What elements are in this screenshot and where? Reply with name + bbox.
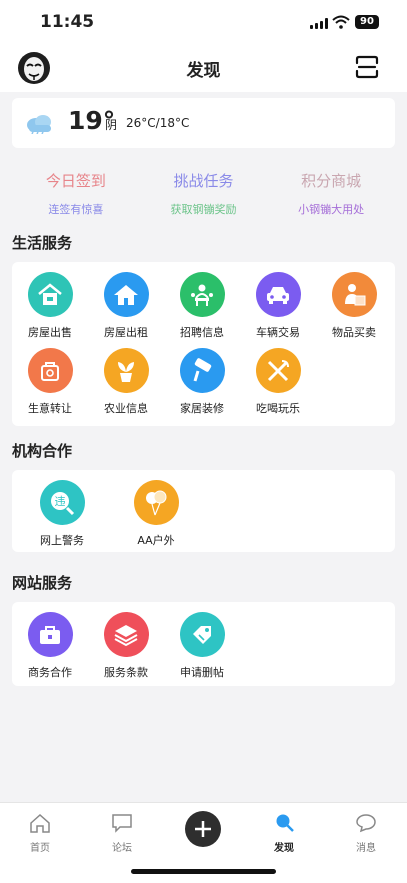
service-goods[interactable]: 物品买卖: [316, 272, 392, 340]
service-label: 招聘信息: [180, 326, 224, 339]
service-food[interactable]: 吃喝玩乐: [240, 348, 316, 416]
forum-icon: [112, 814, 132, 833]
service-label: 网上警务: [40, 534, 84, 547]
goods-icon: [331, 272, 377, 317]
tab-label: 发现: [274, 843, 294, 854]
service-label: 房屋出租: [104, 326, 148, 339]
service-agriculture[interactable]: 农业信息: [88, 348, 164, 416]
service-label: 家居装修: [180, 402, 224, 415]
quick-sub: 获取钢镚奖励: [170, 203, 237, 216]
section-title-site: 网站服务: [12, 574, 73, 592]
service-label: 车辆交易: [256, 326, 300, 339]
battery-indicator: 90: [355, 15, 379, 29]
service-car[interactable]: 车辆交易: [240, 272, 316, 340]
service-decoration[interactable]: 家居装修: [164, 348, 240, 416]
tab-forum[interactable]: 论坛: [92, 813, 152, 854]
service-label: 物品买卖: [332, 326, 376, 339]
wifi-icon: [332, 14, 350, 29]
add-post-button[interactable]: [185, 811, 221, 847]
quick-checkin[interactable]: 今日签到 连签有惊喜: [12, 160, 140, 220]
signal-icon: [310, 18, 328, 29]
weather-condition: 阴: [105, 118, 118, 132]
page-title: 发现: [186, 61, 221, 81]
tag-icon: [179, 612, 225, 657]
utensils-icon: [255, 348, 301, 393]
tab-discover[interactable]: 发现: [254, 813, 314, 854]
service-label: 生意转让: [28, 402, 72, 415]
quick-title: 积分商城: [301, 172, 362, 190]
service-label: AA户外: [137, 534, 175, 547]
tab-messages[interactable]: 消息: [336, 813, 396, 854]
recruit-icon: [179, 272, 225, 317]
quick-title: 今日签到: [45, 172, 106, 190]
nav-bar: 发现: [0, 44, 407, 92]
org-card: 违 网上警务 AA户外: [12, 470, 395, 552]
tab-home[interactable]: 首页: [10, 813, 70, 854]
quick-sub: 小钢镚大用处: [298, 203, 365, 216]
layers-icon: [103, 612, 149, 657]
tab-label: 首页: [30, 843, 50, 854]
life-services-card: 房屋出售 房屋出租 招聘信息 车辆交易 物品买卖 生意转让 农业信息 家居装修 …: [12, 262, 395, 426]
site-delete-post[interactable]: 申请删帖: [164, 612, 240, 680]
svg-text:违: 违: [55, 495, 66, 508]
service-house-rent[interactable]: 房屋出租: [88, 272, 164, 340]
quick-tasks[interactable]: 挑战任务 获取钢镚奖励: [140, 160, 268, 220]
plant-icon: [103, 348, 149, 393]
status-bar: 11:45 90: [0, 0, 407, 44]
org-police[interactable]: 违 网上警务: [22, 480, 102, 548]
weather-range: 26°C/18°C: [126, 116, 190, 130]
briefcase-icon: [27, 612, 73, 657]
site-services-card: 商务合作 服务条款 申请删帖: [12, 602, 395, 686]
business-transfer-icon: [27, 348, 73, 393]
balloon-icon: [133, 480, 179, 525]
quick-mall[interactable]: 积分商城 小钢镚大用处: [267, 160, 395, 220]
service-label: 农业信息: [104, 402, 148, 415]
service-house-sale[interactable]: 房屋出售: [12, 272, 88, 340]
cloud-icon: [24, 112, 54, 138]
org-outdoor[interactable]: AA户外: [118, 480, 194, 548]
car-icon: [255, 272, 301, 317]
house-sale-icon: [27, 272, 73, 317]
site-business[interactable]: 商务合作: [12, 612, 88, 680]
service-recruit[interactable]: 招聘信息: [164, 272, 240, 340]
section-title-life: 生活服务: [12, 234, 73, 252]
quick-title: 挑战任务: [173, 172, 234, 190]
tab-label: 论坛: [112, 843, 132, 854]
service-business-transfer[interactable]: 生意转让: [12, 348, 88, 416]
search-icon: [276, 814, 294, 832]
service-label: 服务条款: [104, 666, 148, 679]
message-icon: [356, 814, 376, 833]
police-icon: 违: [39, 480, 85, 525]
scan-icon[interactable]: [354, 54, 380, 80]
weather-card[interactable]: 19° 阴 26°C/18°C: [12, 98, 395, 148]
service-label: 申请删帖: [180, 666, 224, 679]
service-label: 房屋出售: [28, 326, 72, 339]
service-label: 商务合作: [28, 666, 72, 679]
service-label: 吃喝玩乐: [256, 402, 300, 415]
quick-links: 今日签到 连签有惊喜 挑战任务 获取钢镚奖励 积分商城 小钢镚大用处: [12, 160, 395, 220]
paint-roller-icon: [179, 348, 225, 393]
section-title-org: 机构合作: [12, 442, 73, 460]
home-indicator: [131, 869, 276, 874]
site-terms[interactable]: 服务条款: [88, 612, 164, 680]
status-time: 11:45: [40, 12, 95, 32]
tab-label: 消息: [356, 843, 376, 854]
house-rent-icon: [103, 272, 149, 317]
home-icon: [30, 813, 50, 833]
quick-sub: 连签有惊喜: [48, 203, 104, 216]
